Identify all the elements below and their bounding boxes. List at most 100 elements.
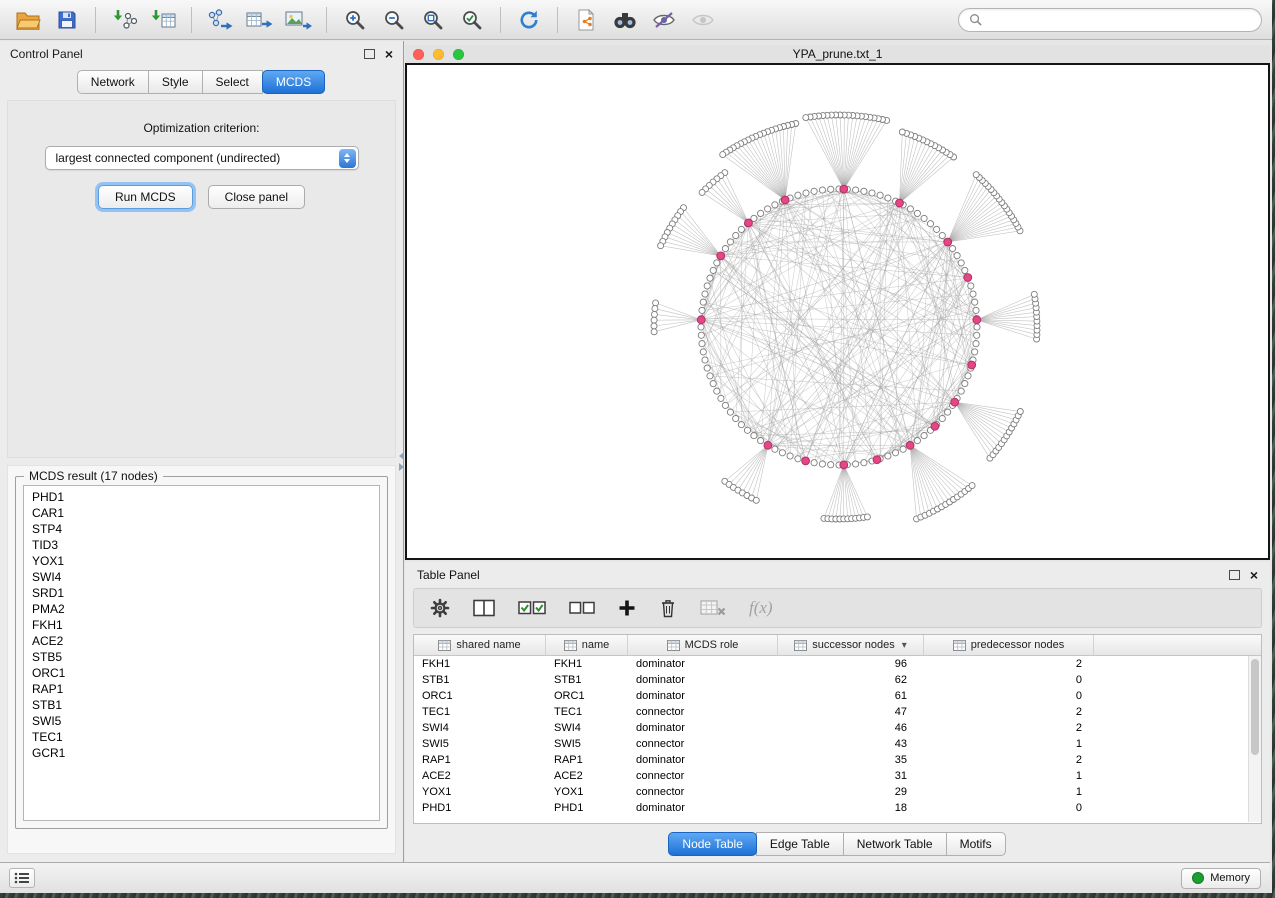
function-builder-button[interactable]: f(x) xyxy=(749,598,773,618)
window-minimize-button[interactable] xyxy=(433,49,444,60)
cell-mcds_role: dominator xyxy=(628,752,778,768)
mcds-result-list[interactable]: PHD1CAR1STP4TID3YOX1SWI4SRD1PMA2FKH1ACE2… xyxy=(23,485,380,821)
table-row[interactable]: TEC1TEC1connector472 xyxy=(414,704,1261,720)
tab-network-table[interactable]: Network Table xyxy=(843,832,947,856)
delete-column-button[interactable] xyxy=(659,598,677,618)
hide-selection-button[interactable] xyxy=(646,4,682,36)
plus-icon xyxy=(618,599,636,617)
float-table-panel-icon[interactable] xyxy=(1229,570,1240,580)
table-scrollbar[interactable] xyxy=(1248,656,1261,822)
refresh-icon xyxy=(518,9,540,31)
export-table-button[interactable] xyxy=(241,4,277,36)
column-header-predecessor-nodes[interactable]: predecessor nodes xyxy=(924,635,1094,655)
mcds-result-item[interactable]: SWI4 xyxy=(24,569,379,585)
find-button[interactable] xyxy=(607,4,643,36)
mcds-result-item[interactable]: SWI5 xyxy=(24,713,379,729)
mcds-result-item[interactable]: RAP1 xyxy=(24,681,379,697)
export-network-button[interactable] xyxy=(202,4,238,36)
tab-motifs[interactable]: Motifs xyxy=(946,832,1006,856)
task-history-button[interactable] xyxy=(9,868,35,888)
mcds-result-item[interactable]: YOX1 xyxy=(24,553,379,569)
refresh-view-button[interactable] xyxy=(511,4,547,36)
column-header-shared-name[interactable]: shared name xyxy=(414,635,546,655)
run-mcds-button[interactable]: Run MCDS xyxy=(98,185,193,209)
table-row[interactable]: YOX1YOX1connector291 xyxy=(414,784,1261,800)
memory-button[interactable]: Memory xyxy=(1181,868,1261,889)
show-all-button[interactable] xyxy=(685,4,721,36)
table-row[interactable]: RAP1RAP1dominator352 xyxy=(414,752,1261,768)
mcds-result-item[interactable]: PHD1 xyxy=(24,489,379,505)
mcds-result-item[interactable]: GCR1 xyxy=(24,745,379,761)
column-header-name[interactable]: name xyxy=(546,635,628,655)
optimization-criterion-label: Optimization criterion: xyxy=(8,121,395,135)
table-row[interactable]: ACE2ACE2connector311 xyxy=(414,768,1261,784)
column-header-mcds-role[interactable]: MCDS role xyxy=(628,635,778,655)
close-table-panel-icon[interactable]: × xyxy=(1250,568,1258,582)
search-input[interactable] xyxy=(988,12,1251,28)
column-header-successor-nodes[interactable]: successor nodes ▾ xyxy=(778,635,924,655)
zoom-fit-button[interactable] xyxy=(415,4,451,36)
mcds-result-item[interactable]: SRD1 xyxy=(24,585,379,601)
open-file-button[interactable] xyxy=(10,4,46,36)
delete-table-button[interactable] xyxy=(700,599,726,617)
mcds-result-item[interactable]: STP4 xyxy=(24,521,379,537)
add-column-button[interactable] xyxy=(618,599,636,617)
cell-predecessor_nodes: 1 xyxy=(924,784,1094,800)
export-image-button[interactable] xyxy=(280,4,316,36)
node-table-body: FKH1FKH1dominator962STB1STB1dominator620… xyxy=(414,656,1261,816)
table-row[interactable]: SWI5SWI5connector431 xyxy=(414,736,1261,752)
sort-caret-icon[interactable]: ▾ xyxy=(902,640,907,651)
zoom-out-button[interactable] xyxy=(376,4,412,36)
table-settings-button[interactable] xyxy=(430,598,450,618)
float-panel-icon[interactable] xyxy=(364,49,375,59)
mcds-result-item[interactable]: TID3 xyxy=(24,537,379,553)
tab-style[interactable]: Style xyxy=(148,70,203,94)
search-field[interactable] xyxy=(958,8,1262,32)
mcds-result-item[interactable]: STB5 xyxy=(24,649,379,665)
zoom-selected-button[interactable] xyxy=(454,4,490,36)
scrollbar-thumb[interactable] xyxy=(1251,659,1259,755)
splitter-handle[interactable] xyxy=(399,450,404,472)
table-row[interactable]: SWI4SWI4dominator462 xyxy=(414,720,1261,736)
tab-node-table[interactable]: Node Table xyxy=(668,832,757,856)
select-all-button[interactable] xyxy=(518,599,546,617)
mcds-result-item[interactable]: TEC1 xyxy=(24,729,379,745)
table-row[interactable]: STB1STB1dominator620 xyxy=(414,672,1261,688)
tab-edge-table[interactable]: Edge Table xyxy=(756,832,844,856)
mcds-result-item[interactable]: FKH1 xyxy=(24,617,379,633)
window-zoom-button[interactable] xyxy=(453,49,464,60)
fx-icon: f(x) xyxy=(749,598,773,618)
cell-successor_nodes: 46 xyxy=(778,720,924,736)
cell-name: ACE2 xyxy=(546,768,628,784)
save-session-button[interactable] xyxy=(49,4,85,36)
import-table-button[interactable] xyxy=(145,4,181,36)
share-document-button[interactable] xyxy=(568,4,604,36)
window-close-button[interactable] xyxy=(413,49,424,60)
import-network-button[interactable] xyxy=(106,4,142,36)
network-canvas[interactable] xyxy=(405,63,1270,560)
cell-name: YOX1 xyxy=(546,784,628,800)
cell-filler xyxy=(1094,752,1261,768)
network-graph[interactable] xyxy=(407,65,1269,558)
close-panel-icon[interactable]: × xyxy=(385,47,393,61)
show-column-button[interactable] xyxy=(473,599,495,617)
criterion-select[interactable]: largest connected component (undirected) xyxy=(45,146,359,170)
mcds-result-item[interactable]: ACE2 xyxy=(24,633,379,649)
mcds-result-item[interactable]: ORC1 xyxy=(24,665,379,681)
mcds-result-item[interactable]: CAR1 xyxy=(24,505,379,521)
table-row[interactable]: PHD1PHD1dominator180 xyxy=(414,800,1261,816)
zoom-in-button[interactable] xyxy=(337,4,373,36)
mcds-result-item[interactable]: STB1 xyxy=(24,697,379,713)
deselect-all-button[interactable] xyxy=(569,600,595,616)
tab-mcds[interactable]: MCDS xyxy=(262,70,325,94)
network-title: YPA_prune.txt_1 xyxy=(405,47,1270,61)
tab-network[interactable]: Network xyxy=(77,70,149,94)
tab-select[interactable]: Select xyxy=(202,70,263,94)
mcds-result-item[interactable]: PMA2 xyxy=(24,601,379,617)
network-window-titlebar[interactable]: YPA_prune.txt_1 xyxy=(405,45,1270,63)
column-type-icon xyxy=(953,640,966,651)
table-row[interactable]: FKH1FKH1dominator962 xyxy=(414,656,1261,672)
close-panel-button[interactable]: Close panel xyxy=(208,185,305,209)
table-row[interactable]: ORC1ORC1dominator610 xyxy=(414,688,1261,704)
cell-mcds_role: dominator xyxy=(628,688,778,704)
